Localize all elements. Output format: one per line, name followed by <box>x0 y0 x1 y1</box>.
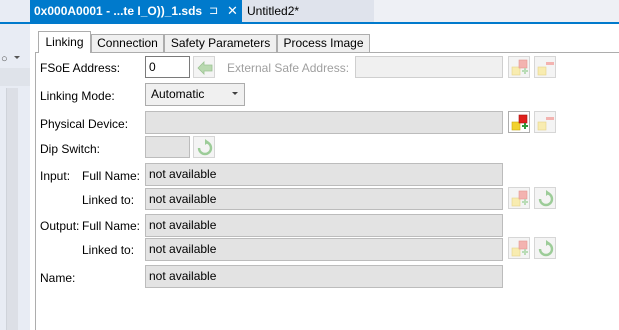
tab-process-image[interactable]: Process Image <box>277 34 370 53</box>
refresh-button-output[interactable] <box>534 237 556 259</box>
link-add-button-input[interactable] <box>508 187 530 209</box>
output-linked-to-label: Linked to: <box>82 243 135 257</box>
link-remove-button-physical-device[interactable] <box>534 111 556 133</box>
arrow-left-icon <box>197 61 213 75</box>
output-full-name-label: Full Name: <box>82 219 141 233</box>
refresh-icon <box>538 240 554 257</box>
link-remove-icon <box>537 62 554 76</box>
link-add-icon <box>511 240 528 257</box>
left-pane-combo[interactable]: ○ <box>1 53 19 65</box>
refresh-icon <box>538 190 554 207</box>
link-remove-button-external[interactable] <box>534 56 556 78</box>
physical-device-input[interactable] <box>145 111 503 134</box>
dip-switch-label: Dip Switch: <box>40 142 101 156</box>
name-label: Name: <box>40 271 76 285</box>
output-linked-to-field: not available <box>145 238 503 261</box>
fsoe-address-label: FSoE Address: <box>40 61 121 75</box>
input-linked-to-label: Linked to: <box>82 193 135 207</box>
document-tab-strip: 0x000A0001 - ...te I_O))_1.sds ⊐ ✕ Untit… <box>30 0 619 22</box>
linking-mode-value: Automatic <box>151 87 205 101</box>
fsoe-address-input[interactable]: 0 <box>145 56 190 78</box>
refresh-button-input[interactable] <box>534 187 556 209</box>
physical-device-label: Physical Device: <box>40 117 129 131</box>
tab-connection[interactable]: Connection <box>91 34 164 53</box>
left-pane-scrollbar[interactable] <box>6 88 18 330</box>
arrow-left-button[interactable] <box>193 56 215 78</box>
left-pane-accent <box>0 22 30 24</box>
input-full-name-field: not available <box>145 163 503 186</box>
link-add-button-output[interactable] <box>508 237 530 259</box>
refresh-icon <box>197 139 213 156</box>
link-add-button-external[interactable] <box>508 56 530 78</box>
linking-mode-select[interactable]: Automatic <box>145 83 245 106</box>
input-linked-to-field: not available <box>145 188 503 210</box>
external-safe-address-input[interactable] <box>355 56 503 78</box>
input-full-name-label: Full Name: <box>82 169 141 183</box>
link-add-icon <box>511 59 528 76</box>
left-pane: ○ <box>0 0 30 330</box>
left-pane-toolbar <box>0 68 30 86</box>
input-section-label: Input: <box>40 169 71 183</box>
link-add-icon <box>511 190 528 207</box>
close-icon[interactable]: ✕ <box>227 0 238 22</box>
document-tab-title: Untitled2* <box>247 4 300 18</box>
name-field: not available <box>145 265 503 288</box>
chevron-down-icon <box>232 92 238 95</box>
output-section-label: Output: <box>40 219 80 233</box>
output-full-name-field: not available <box>145 214 503 237</box>
chevron-down-icon[interactable] <box>14 56 20 59</box>
dip-switch-input[interactable] <box>145 136 190 158</box>
tab-linking[interactable]: Linking <box>38 31 91 53</box>
pin-icon[interactable]: ⊐ <box>209 0 218 22</box>
refresh-button-dip-switch[interactable] <box>193 136 215 158</box>
document-tab-untitled2[interactable]: Untitled2* <box>242 0 374 22</box>
link-add-button-physical-device[interactable] <box>508 111 530 133</box>
document-tab-title: 0x000A0001 - ...te I_O))_1.sds <box>34 4 203 18</box>
document-tab-active[interactable]: 0x000A0001 - ...te I_O))_1.sds ⊐ ✕ <box>30 0 242 22</box>
link-add-icon <box>511 114 528 131</box>
link-remove-icon <box>537 117 554 131</box>
external-safe-address-label: External Safe Address: <box>227 61 350 75</box>
tab-safety-parameters[interactable]: Safety Parameters <box>164 34 277 53</box>
linking-mode-label: Linking Mode: <box>40 89 115 103</box>
